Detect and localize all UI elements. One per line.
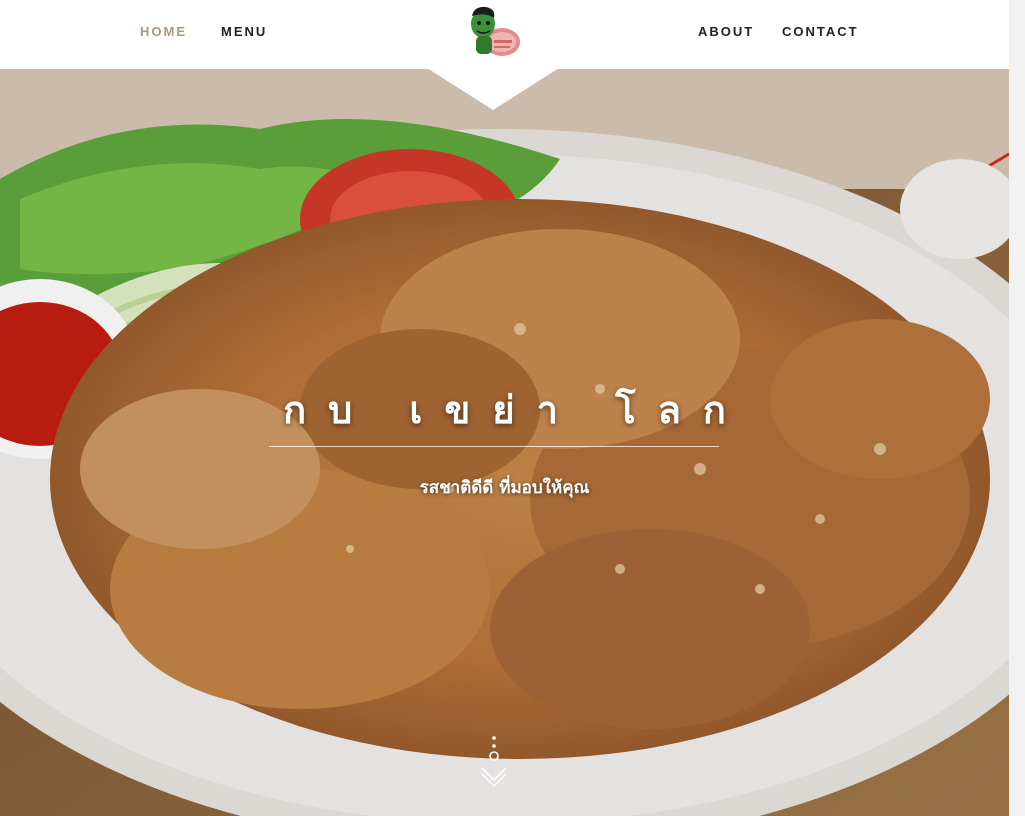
logo-notch	[427, 68, 559, 110]
hero-subtitle: รสชาติดีดี ที่มอบให้คุณ	[419, 478, 590, 498]
page-scrollbar[interactable]	[1009, 0, 1025, 816]
hero-divider	[269, 446, 719, 447]
hero-title: กบ เขย่า โลก	[283, 388, 748, 432]
hero-banner: กบ เขย่า โลก รสชาติดีดี ที่มอบให้คุณ	[0, 69, 1009, 816]
nav-home-link[interactable]: HOME	[140, 24, 187, 39]
nav-about-link[interactable]: ABOUT	[698, 24, 754, 39]
scroll-down-icon[interactable]	[478, 734, 510, 790]
hero-overlay	[0, 69, 1009, 816]
nav-contact-link[interactable]: CONTACT	[782, 24, 859, 39]
frog-mascot-logo-icon[interactable]	[464, 4, 522, 60]
nav-menu-link[interactable]: MENU	[221, 24, 267, 39]
